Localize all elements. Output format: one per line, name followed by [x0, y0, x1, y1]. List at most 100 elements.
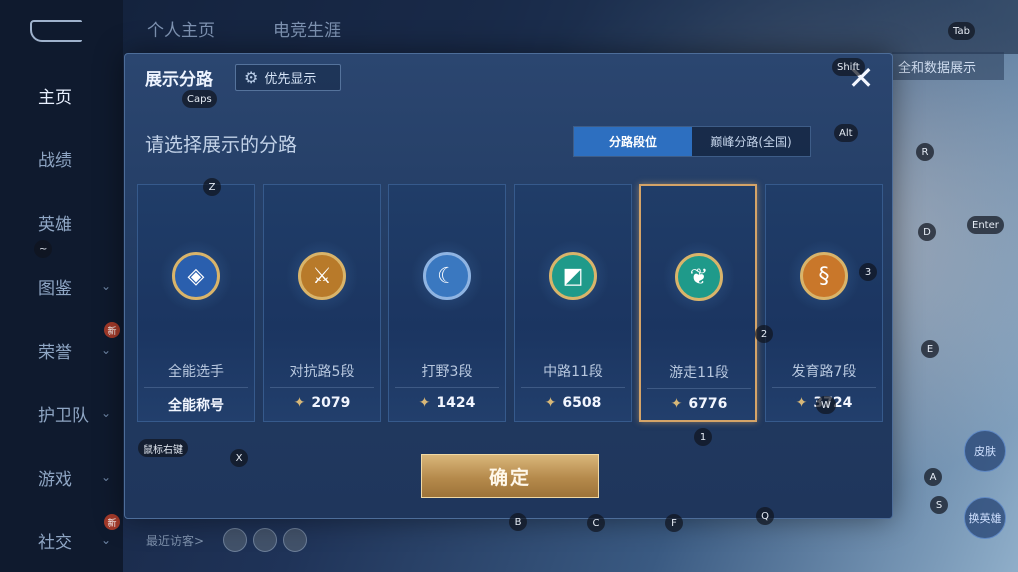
lane-rank: 中路11段: [543, 364, 603, 380]
key-hint-enter: Enter: [967, 216, 1004, 234]
key-hint-3: 3: [859, 263, 877, 281]
divider: [772, 387, 876, 388]
lane-rank: 打野3段: [421, 364, 473, 380]
avatar[interactable]: [283, 528, 307, 552]
key-hint-2: 2: [755, 325, 773, 343]
lane-score: ✦ 6776: [641, 396, 757, 412]
chevron-down-icon: ⌄: [100, 470, 111, 484]
lane-score-value: 1424: [436, 395, 476, 411]
key-hint-right-click: 鼠标右键: [138, 439, 188, 457]
emblem-glow: ⚔: [286, 240, 358, 312]
chevron-down-icon: ⌄: [100, 533, 111, 547]
dialog-title: 展示分路: [145, 70, 213, 90]
key-hint-tab: Tab: [948, 22, 975, 40]
chevron-down-icon: ⌄: [100, 406, 111, 420]
lane-score-value: 全能称号: [168, 398, 224, 414]
key-hint-d: D: [918, 223, 936, 241]
lane-score: 全能称号: [138, 395, 254, 415]
lane-card-jungle[interactable]: ☾ 打野3段 ✦ 1424: [388, 184, 506, 422]
sidebar-item-home[interactable]: 主页: [0, 75, 123, 115]
key-hint-caps: Caps: [182, 90, 217, 108]
lane-card-mid[interactable]: ◩ 中路11段 ✦ 6508: [514, 184, 632, 422]
sidebar-item-label: 战绩: [38, 150, 72, 171]
clash-lane-emblem-icon: ⚔: [298, 252, 346, 300]
key-hint-c: C: [587, 514, 605, 532]
lane-score: ✦ 2079: [264, 395, 380, 411]
sidebar-item-label: 图鉴: [38, 278, 72, 299]
score-icon: ✦: [418, 395, 431, 411]
score-icon: ✦: [544, 395, 557, 411]
mid-lane-emblem-icon: ◩: [549, 252, 597, 300]
sidebar-item-guard[interactable]: 护卫队 ⌄: [0, 393, 123, 433]
key-hint-q: Q: [756, 507, 774, 525]
key-hint-z: Z: [203, 178, 221, 196]
top-bar: 个人主页 电竞生涯: [123, 0, 1018, 54]
key-hint-x: X: [230, 449, 248, 467]
avatar[interactable]: [223, 528, 247, 552]
key-hint-alt: Alt: [834, 124, 858, 142]
recent-visitors-link[interactable]: 最近访客>: [146, 532, 204, 549]
divider: [144, 387, 248, 388]
farm-lane-emblem-icon: §: [800, 252, 848, 300]
sidebar-item-atlas[interactable]: 图鉴 ⌄: [0, 266, 123, 306]
key-hint-shift: Shift: [832, 58, 865, 76]
key-hint-w: W: [816, 396, 836, 414]
score-icon: ✦: [293, 395, 306, 411]
lane-card-farm[interactable]: § 发育路7段 ✦3724: [765, 184, 883, 422]
emblem-glow: ◈: [160, 240, 232, 312]
emblem-glow: ◩: [537, 240, 609, 312]
lane-card-clash[interactable]: ⚔ 对抗路5段 ✦ 2079: [263, 184, 381, 422]
gear-icon: ⚙: [244, 68, 259, 87]
sidebar-item-record[interactable]: 战绩: [0, 138, 123, 178]
lane-card-roam[interactable]: ❦ 游走11段 ✦ 6776: [639, 184, 757, 422]
back-icon[interactable]: [30, 20, 82, 42]
sidebar-item-game[interactable]: 游戏 ⌄: [0, 457, 123, 497]
key-hint-a: A: [924, 468, 942, 486]
emblem-glow: §: [788, 240, 860, 312]
allround-emblem-icon: ◈: [172, 252, 220, 300]
lane-rank: 对抗路5段: [289, 364, 355, 380]
lane-score: ✦ 6508: [515, 395, 631, 411]
key-hint-1: 1: [694, 428, 712, 446]
sidebar-item-label: 游戏: [38, 469, 72, 490]
sidebar-item-label: 英雄: [38, 214, 72, 235]
priority-display-button[interactable]: ⚙ 优先显示: [235, 64, 341, 91]
divider: [521, 387, 625, 388]
skin-button[interactable]: 皮肤: [964, 430, 1006, 472]
lane-rank: 游走11段: [669, 365, 729, 381]
priority-display-label: 优先显示: [264, 72, 317, 87]
jungle-emblem-icon: ☾: [423, 252, 471, 300]
tab-esports-career[interactable]: 电竞生涯: [273, 16, 341, 41]
sidebar-item-label: 荣誉: [38, 342, 72, 363]
emblem-glow: ☾: [411, 240, 483, 312]
data-display-button[interactable]: 全和数据展示: [892, 52, 1004, 80]
tab-profile[interactable]: 个人主页: [147, 16, 215, 41]
key-hint-b: B: [509, 513, 527, 531]
new-badge: 新: [104, 514, 120, 530]
lane-rank: 发育路7段: [791, 364, 857, 380]
lane-score-value: 6776: [688, 396, 728, 412]
new-badge: 新: [104, 322, 120, 338]
lane-score-value: 6508: [562, 395, 602, 411]
lane-score-value: 2079: [311, 395, 351, 411]
sidebar-item-label: 社交: [38, 532, 72, 553]
key-hint-r: R: [916, 143, 934, 161]
sidebar: 主页 战绩 英雄 图鉴 ⌄ 荣誉 ⌄ 新 护卫队 ⌄ 游戏 ⌄ 社交 ⌄ 新: [0, 0, 123, 572]
lane-card-allround[interactable]: ◈ 全能选手 全能称号: [137, 184, 255, 422]
sidebar-item-label: 护卫队: [38, 405, 89, 426]
divider: [270, 387, 374, 388]
change-hero-button[interactable]: 换英雄: [964, 497, 1006, 539]
lane-rank: 全能选手: [168, 364, 224, 380]
divider: [395, 387, 499, 388]
avatar[interactable]: [253, 528, 277, 552]
confirm-button[interactable]: 确定: [421, 454, 599, 498]
sidebar-item-honor[interactable]: 荣誉 ⌄: [0, 330, 123, 370]
emblem-glow: ❦: [663, 241, 735, 313]
roam-emblem-icon: ❦: [675, 253, 723, 301]
key-hint-e: E: [921, 340, 939, 358]
tab-lane-rank[interactable]: 分路段位: [574, 127, 692, 156]
sidebar-item-heroes[interactable]: 英雄: [0, 202, 123, 242]
lane-tabs: 分路段位 巅峰分路(全国): [573, 126, 811, 157]
chevron-down-icon: ⌄: [100, 343, 111, 357]
tab-peak-lane[interactable]: 巅峰分路(全国): [692, 127, 810, 156]
